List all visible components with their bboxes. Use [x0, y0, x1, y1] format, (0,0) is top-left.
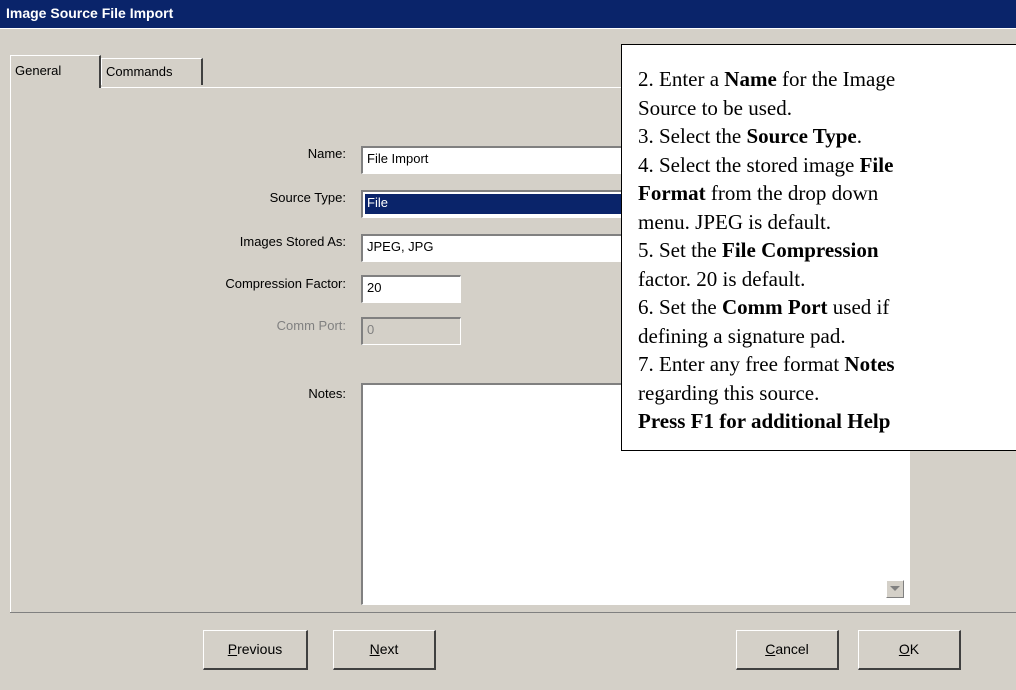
comm-port-input: 0 — [361, 317, 461, 345]
ok-mnemonic: O — [898, 641, 910, 657]
help-emphasis: Source Type — [746, 124, 857, 148]
images-stored-as-label: Images Stored As: — [239, 234, 346, 249]
help-emphasis: Format — [638, 181, 706, 205]
help-text: 7. Enter any free format — [638, 352, 845, 376]
next-mnemonic: N — [369, 641, 380, 657]
name-value: File Import — [367, 151, 429, 166]
title-divider — [0, 28, 1016, 29]
help-text: 6. Set the — [638, 295, 722, 319]
next-button[interactable]: Next — [333, 630, 436, 670]
help-text: 3. Select the — [638, 124, 747, 148]
help-line: 6. Set the Comm Port used if — [638, 293, 1016, 322]
help-text: 4. Select the stored image — [638, 152, 860, 177]
help-text: factor. 20 is default. — [638, 266, 806, 291]
tab-commands[interactable]: Commands — [101, 58, 203, 85]
source-type-label: Source Type: — [269, 190, 346, 205]
help-text: Source to be used. — [638, 95, 792, 120]
notes-scroll-down-button[interactable] — [886, 580, 904, 598]
help-line: 3. Select the Source Type. — [638, 122, 1016, 151]
ok-button[interactable]: OK — [858, 630, 961, 670]
help-text: used if — [827, 295, 890, 319]
help-text: defining a signature pad. — [638, 323, 846, 348]
tab-panel-left-border — [10, 87, 11, 612]
tab-general-label: General — [15, 63, 62, 78]
help-text: 2. Enter a — [638, 67, 725, 91]
help-emphasis: Notes — [844, 352, 895, 376]
images-stored-as-select[interactable]: JPEG, JPG — [361, 234, 661, 262]
help-line: Source to be used. — [638, 94, 1016, 123]
help-text: for the Image — [776, 67, 896, 91]
source-type-select[interactable]: File — [361, 190, 661, 218]
help-line: menu. JPEG is default. — [638, 208, 1016, 237]
cancel-label-rest: ancel — [775, 641, 809, 657]
name-input[interactable]: File Import — [361, 146, 661, 174]
help-emphasis: Name — [724, 67, 777, 91]
images-stored-as-value: JPEG, JPG — [367, 239, 434, 254]
compression-factor-input[interactable]: 20 — [361, 275, 461, 303]
comm-port-value: 0 — [367, 322, 375, 337]
help-line: 7. Enter any free format Notes — [638, 350, 1016, 379]
help-text: . — [856, 124, 862, 148]
tab-commands-label: Commands — [106, 64, 173, 79]
next-label-rest: ext — [379, 641, 399, 657]
help-line: Press F1 for additional Help — [638, 407, 1016, 436]
compression-factor-label: Compression Factor: — [225, 276, 346, 291]
ok-label-rest: K — [909, 641, 920, 657]
help-line: 4. Select the stored image File — [638, 151, 1016, 180]
source-type-value: File — [365, 194, 658, 214]
name-label: Name: — [307, 146, 346, 161]
help-line: 5. Set the File Compression — [638, 236, 1016, 265]
help-text: 5. Set the — [638, 238, 722, 262]
help-emphasis: File Compression — [722, 238, 879, 262]
title-bar: Image Source File Import — [0, 0, 1016, 28]
cancel-button[interactable]: Cancel — [736, 630, 839, 670]
tab-panel-bottom-border — [10, 612, 1016, 613]
window-title: Image Source File Import — [6, 5, 174, 21]
help-emphasis: Comm Port — [722, 295, 828, 319]
cancel-mnemonic: C — [765, 641, 776, 657]
compression-factor-value: 20 — [367, 280, 382, 295]
help-text: from the drop down — [705, 181, 879, 205]
comm-port-label: Comm Port: — [276, 318, 346, 333]
notes-label: Notes: — [308, 386, 346, 401]
help-emphasis: Press F1 for additional Help — [638, 409, 891, 433]
previous-button[interactable]: Previous — [203, 630, 308, 670]
help-line: defining a signature pad. — [638, 322, 1016, 351]
help-line: factor. 20 is default. — [638, 265, 1016, 294]
help-callout: 2. Enter a Name for the Image Source to b… — [621, 44, 1016, 451]
tab-general[interactable]: General — [10, 55, 101, 88]
help-text: regarding this source. — [638, 380, 820, 405]
scroll-down-arrow-icon — [890, 586, 900, 591]
help-line: regarding this source. — [638, 379, 1016, 408]
help-emphasis: File — [859, 152, 894, 177]
help-line: Format from the drop down — [638, 179, 1016, 208]
previous-label-rest: revious — [237, 641, 283, 657]
previous-mnemonic: P — [227, 641, 238, 657]
help-text: menu. JPEG is default. — [638, 209, 832, 234]
help-line: 2. Enter a Name for the Image — [638, 65, 1016, 94]
